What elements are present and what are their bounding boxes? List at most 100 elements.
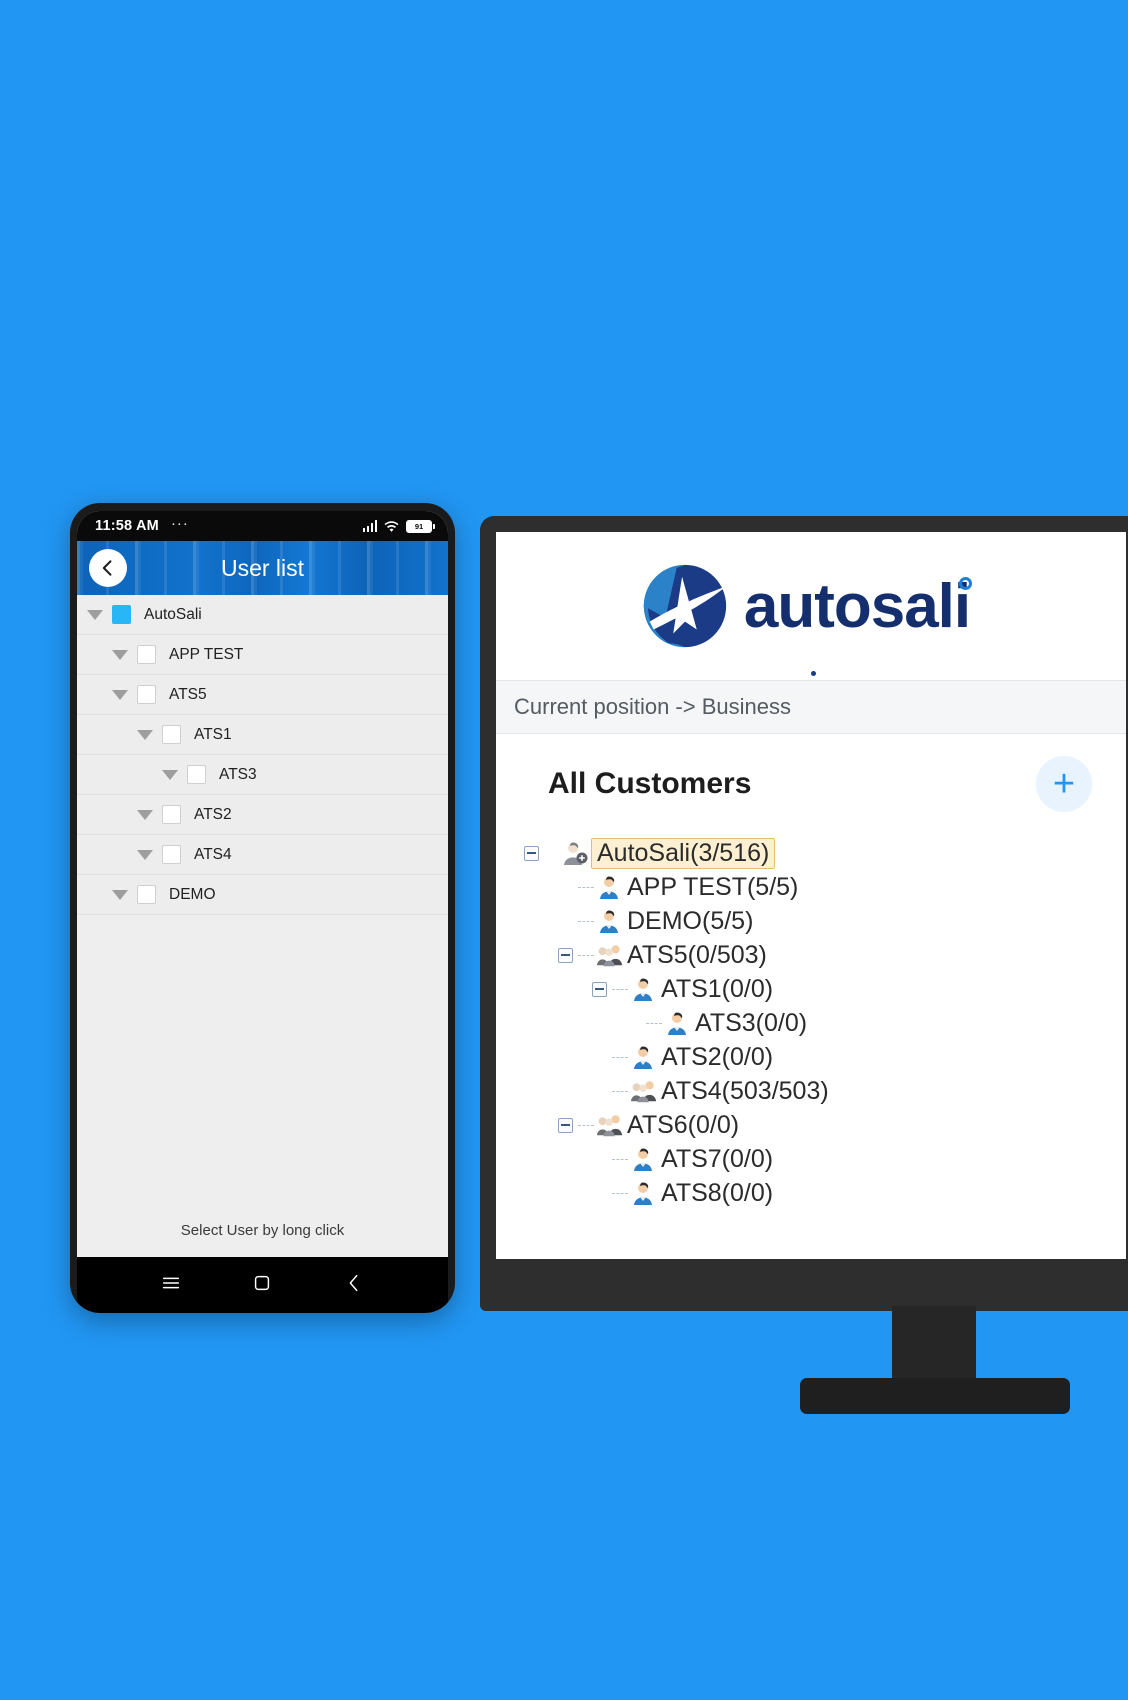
brand-location-dot-icon	[959, 576, 973, 590]
phone-tree-row-label: ATS3	[219, 765, 257, 783]
customer-tree-row[interactable]: ATS3(0/0)	[524, 1006, 1108, 1040]
phone-user-tree[interactable]: AutoSali APP TEST ATS5 ATS1 ATS3 ATS2 ATS4 DEMO	[77, 595, 448, 1208]
logo-period-dot	[811, 671, 816, 676]
customer-tree-row[interactable]: AutoSali(3/516)	[524, 836, 1108, 870]
customer-tree-row-label: ATS6(0/0)	[627, 1110, 740, 1139]
customer-tree-row-label: ATS2(0/0)	[661, 1042, 774, 1071]
phone-hint-text: Select User by long click	[77, 1208, 448, 1257]
customer-tree-row[interactable]: ATS1(0/0)	[524, 972, 1108, 1006]
monitor-bezel: autosali Current position -> Business Al…	[480, 516, 1128, 1311]
desktop-customer-tree[interactable]: AutoSali(3/516) APP TEST(5/5) DEMO(5/5) ATS…	[514, 836, 1108, 1210]
customer-tree-row-label: AutoSali(3/516)	[591, 837, 776, 869]
phone-tree-row[interactable]: ATS5	[77, 675, 448, 715]
tree-connector-line	[544, 853, 560, 854]
customer-tree-row[interactable]: ATS2(0/0)	[524, 1040, 1108, 1074]
monitor-stand-neck	[892, 1306, 976, 1386]
user-icon	[596, 874, 622, 900]
row-checkbox[interactable]	[137, 885, 156, 904]
phone-tree-row[interactable]: AutoSali	[77, 595, 448, 635]
customer-tree-row[interactable]: ATS8(0/0)	[524, 1176, 1108, 1210]
collapse-minus-icon[interactable]	[592, 981, 607, 997]
customer-tree-row[interactable]: ATS6(0/0)	[524, 1108, 1108, 1142]
phone-tree-row-label: DEMO	[169, 885, 216, 903]
phone-tree-row-label: ATS1	[194, 725, 232, 743]
phone-tree-row[interactable]: ATS2	[77, 795, 448, 835]
collapse-minus-icon[interactable]	[558, 1117, 573, 1133]
user-group-icon	[596, 1112, 623, 1138]
row-checkbox[interactable]	[162, 725, 181, 744]
desktop-monitor-mockup: autosali Current position -> Business Al…	[480, 516, 1128, 1414]
user-group-icon	[630, 1078, 657, 1104]
battery-level-label: 91	[407, 520, 431, 532]
tree-connector-line	[646, 1022, 662, 1024]
user-icon	[630, 1180, 656, 1206]
tree-connector-line	[612, 988, 628, 990]
user-icon	[664, 1010, 690, 1036]
caret-down-icon[interactable]	[87, 609, 103, 620]
caret-down-icon[interactable]	[137, 809, 153, 820]
nav-back-chevron-icon[interactable]	[343, 1272, 365, 1299]
row-checkbox[interactable]	[137, 685, 156, 704]
android-nav-bar	[77, 1257, 448, 1313]
customer-tree-row[interactable]: ATS7(0/0)	[524, 1142, 1108, 1176]
back-chevron-icon[interactable]	[89, 549, 127, 587]
customer-tree-row[interactable]: DEMO(5/5)	[524, 904, 1108, 938]
customer-tree-row[interactable]: ATS5(0/503)	[524, 938, 1108, 972]
user-icon	[596, 908, 622, 934]
menu-icon[interactable]	[160, 1272, 182, 1299]
customer-tree-row-label: ATS8(0/0)	[661, 1178, 774, 1207]
customer-tree-row-label: ATS4(503/503)	[661, 1076, 829, 1105]
page-title: User list	[220, 554, 305, 581]
phone-mockup: 11:58 AM ··· 91 User list AutoSali APP TE…	[70, 503, 455, 1313]
user-icon	[630, 976, 656, 1002]
customer-tree-row-label: ATS1(0/0)	[661, 974, 774, 1003]
phone-screen: 11:58 AM ··· 91 User list AutoSali APP TE…	[77, 511, 448, 1313]
row-checkbox[interactable]	[162, 845, 181, 864]
customer-tree-row-label: APP TEST(5/5)	[627, 872, 799, 901]
collapse-minus-icon[interactable]	[558, 947, 573, 963]
customer-tree-row[interactable]: ATS4(503/503)	[524, 1074, 1108, 1108]
tree-connector-line	[612, 1090, 628, 1092]
tree-connector-line	[612, 1192, 628, 1194]
customer-tree-row-label: DEMO(5/5)	[627, 906, 754, 935]
row-checkbox[interactable]	[187, 765, 206, 784]
monitor-stand-base	[800, 1378, 1070, 1414]
caret-down-icon[interactable]	[162, 769, 178, 780]
tree-connector-line	[578, 920, 594, 922]
row-checkbox[interactable]	[112, 605, 131, 624]
user-group-icon	[596, 942, 623, 968]
phone-app-bar: User list	[77, 541, 448, 595]
caret-down-icon[interactable]	[137, 729, 153, 740]
row-checkbox[interactable]	[137, 645, 156, 664]
monitor-screen: autosali Current position -> Business Al…	[496, 532, 1126, 1259]
phone-tree-row[interactable]: ATS4	[77, 835, 448, 875]
phone-status-bar: 11:58 AM ··· 91	[77, 511, 448, 541]
collapse-minus-icon[interactable]	[524, 845, 539, 861]
phone-tree-row-label: APP TEST	[169, 645, 244, 663]
tree-connector-line	[578, 886, 594, 888]
phone-tree-row[interactable]: APP TEST	[77, 635, 448, 675]
caret-down-icon[interactable]	[112, 689, 128, 700]
customer-tree-row-label: ATS7(0/0)	[661, 1144, 774, 1173]
phone-tree-row-label: ATS5	[169, 685, 207, 703]
autosali-a-mark-icon	[636, 557, 734, 655]
tree-connector-line	[612, 1158, 628, 1160]
caret-down-icon[interactable]	[112, 889, 128, 900]
caret-down-icon[interactable]	[137, 849, 153, 860]
phone-tree-row[interactable]: ATS3	[77, 755, 448, 795]
phone-tree-row[interactable]: ATS1	[77, 715, 448, 755]
tree-connector-line	[578, 954, 594, 956]
add-customer-button[interactable]: +	[1036, 756, 1092, 812]
status-bar-time: 11:58 AM	[95, 518, 159, 534]
customer-tree-row[interactable]: APP TEST(5/5)	[524, 870, 1108, 904]
row-checkbox[interactable]	[162, 805, 181, 824]
home-square-icon[interactable]	[251, 1272, 273, 1299]
phone-tree-row[interactable]: DEMO	[77, 875, 448, 915]
tree-connector-line	[578, 1124, 594, 1126]
user-icon	[630, 1146, 656, 1172]
caret-down-icon[interactable]	[112, 649, 128, 660]
